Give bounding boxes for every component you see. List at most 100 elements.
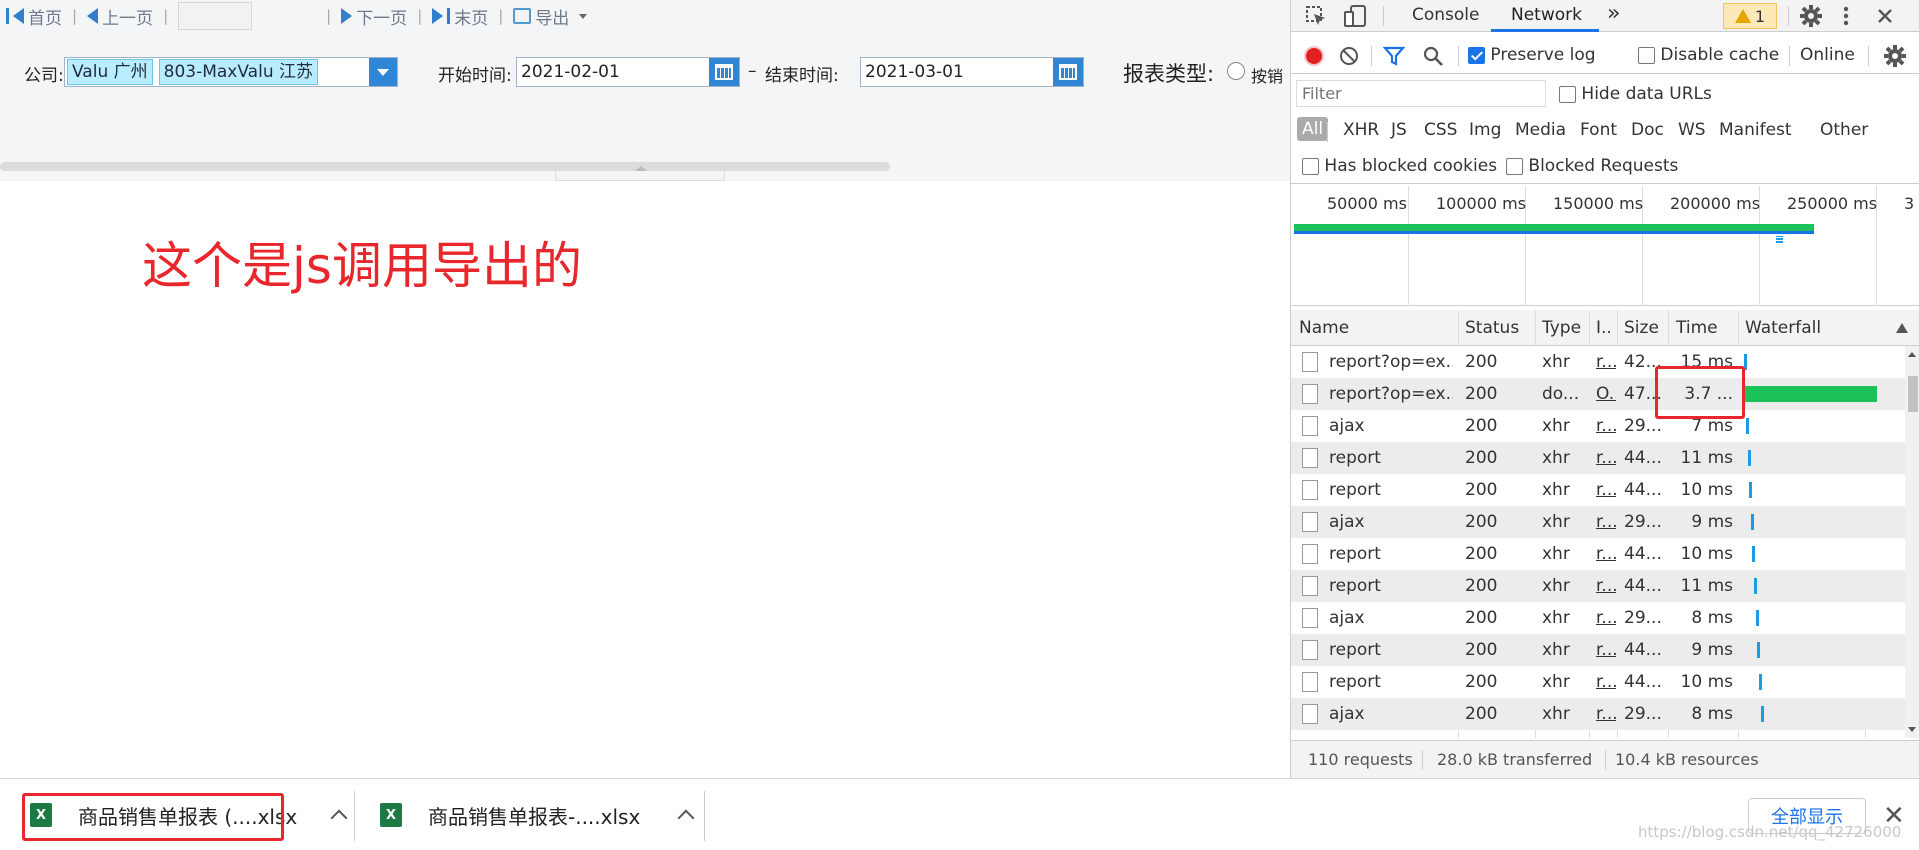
- end-date-picker-button[interactable]: [1053, 58, 1083, 86]
- request-row[interactable]: ajax 200 xhr r... 29... 7 ms: [1291, 410, 1905, 442]
- type-filter-css[interactable]: CSS: [1424, 120, 1457, 140]
- page-number-input[interactable]: [178, 2, 253, 30]
- preserve-log-checkbox[interactable]: [1468, 46, 1485, 64]
- request-type: xhr: [1542, 544, 1570, 564]
- preserve-log-toggle[interactable]: Preserve log: [1468, 45, 1596, 65]
- horizontal-scrollbar[interactable]: [0, 162, 890, 171]
- company-select[interactable]: Valu 广州 803-MaxValu 江苏: [64, 57, 398, 87]
- request-row[interactable]: report?op=ex... 200 xhr r... 42... 15 ms: [1291, 346, 1905, 378]
- disable-cache-label: Disable cache: [1660, 45, 1780, 65]
- has-blocked-cookies-checkbox[interactable]: [1302, 157, 1319, 175]
- more-tabs-button[interactable]: »: [1607, 1, 1620, 26]
- export-icon: [513, 8, 532, 24]
- request-row[interactable]: ajax 200 xhr r... 29... 8 ms: [1291, 602, 1905, 634]
- device-toolbar-icon[interactable]: [1343, 4, 1367, 28]
- inspect-element-icon[interactable]: [1305, 5, 1327, 27]
- download-item[interactable]: X 商品销售单报表-....xlsx: [380, 787, 695, 843]
- hide-data-urls-label: Hide data URLs: [1581, 84, 1712, 104]
- request-initiator: O...: [1596, 384, 1616, 404]
- search-icon[interactable]: [1422, 45, 1444, 67]
- disable-cache-toggle[interactable]: Disable cache: [1638, 45, 1779, 65]
- column-header-type[interactable]: Type: [1542, 318, 1581, 338]
- gear-icon[interactable]: [1799, 4, 1823, 28]
- type-filter-doc[interactable]: Doc: [1631, 120, 1664, 140]
- tab-console[interactable]: Console: [1412, 5, 1480, 25]
- column-header-name[interactable]: Name: [1299, 318, 1349, 338]
- preserve-log-label: Preserve log: [1490, 45, 1596, 65]
- start-date-picker-button[interactable]: [709, 58, 739, 86]
- filter-input[interactable]: [1296, 80, 1546, 107]
- collapse-toolbar-handle[interactable]: [555, 166, 725, 181]
- request-count: 110 requests: [1308, 750, 1413, 769]
- type-filter-font[interactable]: Font: [1580, 120, 1617, 140]
- column-header-initiator[interactable]: I..: [1596, 318, 1612, 338]
- blocked-requests-checkbox[interactable]: [1506, 157, 1523, 175]
- sort-ascending-icon[interactable]: [1895, 322, 1909, 334]
- request-row[interactable]: report 200 xhr r... 44... 11 ms: [1291, 570, 1905, 602]
- chevron-up-icon[interactable]: [330, 809, 348, 827]
- waterfall-bar: [1756, 610, 1759, 626]
- network-settings-icon[interactable]: [1883, 44, 1907, 68]
- kebab-menu-icon[interactable]: [1841, 5, 1851, 27]
- scrollbar-thumb[interactable]: [1908, 376, 1918, 412]
- resource-type-filters: All XHR JS CSS Img Media Font Doc WS Man…: [1291, 116, 1919, 148]
- request-row[interactable]: report 200 xhr r... 44... 10 ms: [1291, 474, 1905, 506]
- request-row[interactable]: report?op=ex...200do...O...47...3.7 ...: [1291, 378, 1905, 410]
- throttling-select[interactable]: Online: [1800, 45, 1855, 65]
- vertical-scrollbar[interactable]: [1905, 346, 1919, 738]
- network-overview-timeline[interactable]: 50000 ms 100000 ms 150000 ms 200000 ms 2…: [1291, 186, 1919, 306]
- column-header-time[interactable]: Time: [1676, 318, 1718, 338]
- column-header-status[interactable]: Status: [1465, 318, 1519, 338]
- company-label: 公司:: [24, 66, 64, 86]
- chevron-up-icon[interactable]: [677, 809, 695, 827]
- request-row[interactable]: report 200 xhr r... 44... 10 ms: [1291, 538, 1905, 570]
- request-row[interactable]: report 200 xhr r... 44... 10 ms: [1291, 666, 1905, 698]
- export-button[interactable]: 导出: [513, 4, 588, 29]
- type-filter-media[interactable]: Media: [1515, 120, 1566, 140]
- company-tag[interactable]: Valu 广州: [67, 59, 153, 85]
- type-filter-manifest[interactable]: Manifest: [1719, 120, 1792, 140]
- first-page-button[interactable]: 首页: [6, 4, 62, 29]
- company-tag[interactable]: 803-MaxValu 江苏: [158, 59, 318, 85]
- request-row[interactable]: report 200 xhr r... 44... 9 ms: [1291, 634, 1905, 666]
- warnings-count: 1: [1754, 6, 1766, 26]
- company-dropdown-button[interactable]: [369, 58, 397, 86]
- report-type-radio[interactable]: [1227, 62, 1245, 80]
- close-icon[interactable]: [1876, 7, 1894, 25]
- last-page-button[interactable]: 末页: [432, 4, 488, 29]
- tab-network[interactable]: Network: [1511, 5, 1582, 25]
- request-time: 10 ms: [1680, 544, 1733, 564]
- request-row[interactable]: report 200 xhr r... 44... 11 ms: [1291, 442, 1905, 474]
- request-row[interactable]: ajax 200 xhr r... 29... 9 ms: [1291, 506, 1905, 538]
- has-blocked-cookies-toggle[interactable]: Has blocked cookies: [1302, 156, 1497, 176]
- scroll-up-icon[interactable]: [1908, 352, 1916, 357]
- clear-icon[interactable]: [1339, 46, 1359, 66]
- column-header-size[interactable]: Size: [1624, 318, 1659, 338]
- type-filter-img[interactable]: Img: [1469, 120, 1501, 140]
- type-filter-ws[interactable]: WS: [1678, 120, 1706, 140]
- type-filter-all[interactable]: All: [1297, 117, 1329, 141]
- prev-page-button[interactable]: 上一页: [87, 4, 153, 29]
- blocked-requests-toggle[interactable]: Blocked Requests: [1506, 156, 1678, 176]
- type-filter-other[interactable]: Other: [1820, 120, 1868, 140]
- request-initiator: r...: [1596, 672, 1616, 692]
- request-status: 200: [1465, 608, 1498, 628]
- column-header-waterfall[interactable]: Waterfall: [1745, 318, 1821, 338]
- devtools-panel: Console Network » 1 Preserve log Disable…: [1290, 0, 1919, 778]
- record-button[interactable]: [1304, 46, 1324, 66]
- scroll-down-icon[interactable]: [1908, 727, 1916, 732]
- next-page-button[interactable]: 下一页: [341, 4, 407, 29]
- end-date-input[interactable]: 2021-03-01: [860, 57, 1084, 87]
- hide-data-urls-checkbox[interactable]: [1559, 85, 1576, 103]
- overview-download-bar: [1294, 224, 1814, 231]
- start-date-input[interactable]: 2021-02-01: [516, 57, 740, 87]
- warnings-badge[interactable]: 1: [1723, 3, 1777, 29]
- type-filter-js[interactable]: JS: [1391, 120, 1407, 140]
- type-filter-xhr[interactable]: XHR: [1343, 120, 1379, 140]
- request-status: 200: [1465, 416, 1498, 436]
- divider: [1327, 122, 1328, 142]
- disable-cache-checkbox[interactable]: [1638, 46, 1655, 64]
- request-row[interactable]: ajax 200 xhr r... 29... 8 ms: [1291, 698, 1905, 730]
- hide-data-urls-toggle[interactable]: Hide data URLs: [1559, 84, 1712, 104]
- filter-icon[interactable]: [1383, 46, 1405, 66]
